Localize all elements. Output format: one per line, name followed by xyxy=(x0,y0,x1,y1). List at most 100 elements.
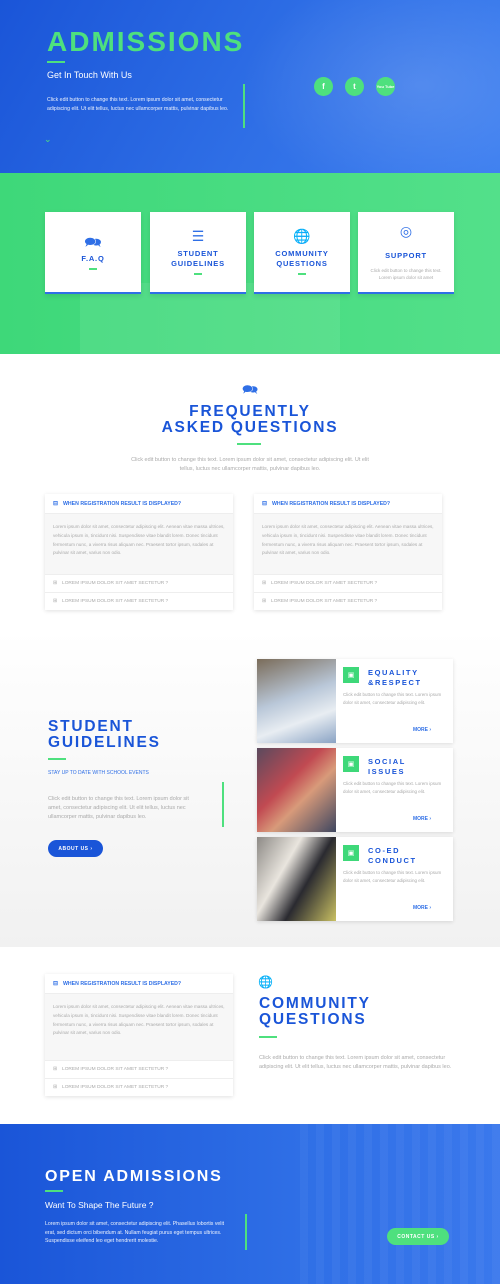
item-description: Click edit button to change this text. L… xyxy=(343,692,442,705)
row-text: LOREM IPSUM DOLOR SIT AMET SECTETUR ? xyxy=(271,581,378,586)
more-link[interactable]: MORE › xyxy=(413,905,431,911)
title-underline xyxy=(47,61,65,63)
community-text: Click edit button to change this text. L… xyxy=(259,1055,452,1070)
faq-heading-line-1: FREQUENTLY xyxy=(189,403,311,420)
card-description: Click edit button to change this text. L… xyxy=(370,268,442,280)
accordion-row[interactable]: ⊞ LOREM IPSUM DOLOR SIT AMET SECTETUR ? xyxy=(254,574,442,592)
plus-icon: ⊞ xyxy=(262,581,267,586)
card-community-questions[interactable]: 🌐 COMMUNITY QUESTIONS xyxy=(254,212,350,294)
guidelines-tagline: STAY UP TO DATE WITH SCHOOL EVENTS xyxy=(48,770,149,776)
page-title: ADMISSIONS xyxy=(47,26,245,57)
heading-underline xyxy=(48,758,66,760)
divider xyxy=(245,1214,247,1250)
guidelines-text: Click edit button to change this text. L… xyxy=(48,796,189,820)
about-us-button[interactable]: ABOUT US › xyxy=(48,840,103,857)
accordion-row[interactable]: ⊞ LOREM IPSUM DOLOR SIT AMET SECTETUR ? xyxy=(45,1078,233,1096)
guidelines-heading-line-2: GUIDELINES xyxy=(48,734,161,751)
card-support[interactable]: ◎ SUPPORT Click edit button to change th… xyxy=(358,212,454,294)
chevron-down-icon[interactable]: ⌄ xyxy=(44,134,52,145)
card-underline xyxy=(298,273,306,275)
question-text: WHEN REGISTRATION RESULT IS DISPLAYED? xyxy=(63,980,182,987)
globe-icon: 🌐 xyxy=(258,975,273,989)
card-underline xyxy=(89,268,97,270)
card-underline xyxy=(194,273,202,275)
signpost-icon: ☰ xyxy=(191,228,205,244)
minus-icon: ⊟ xyxy=(53,981,59,987)
card-label: F.A.Q xyxy=(81,254,105,263)
question-text: WHEN REGISTRATION RESULT IS DISPLAYED? xyxy=(63,500,182,507)
photo-students xyxy=(257,837,336,921)
plus-icon: ⊞ xyxy=(53,1067,58,1072)
accordion-answer: Lorem ipsum dolor sit amet, consectetur … xyxy=(254,514,442,574)
title-underline xyxy=(45,1190,63,1192)
calendar-icon: ▣ xyxy=(343,667,359,683)
guideline-item-social: ▣ SOCIAL ISSUES Click edit button to cha… xyxy=(257,748,453,832)
community-heading-line-2: QUESTIONS xyxy=(259,1011,367,1028)
row-text: LOREM IPSUM DOLOR SIT AMET SECTETUR ? xyxy=(62,599,169,604)
plus-icon: ⊞ xyxy=(53,1085,58,1090)
accordion-row[interactable]: ⊞ LOREM IPSUM DOLOR SIT AMET SECTETUR ? xyxy=(45,574,233,592)
plus-icon: ⊞ xyxy=(53,581,58,586)
faq-intro: Click edit button to change this text. L… xyxy=(131,457,369,472)
calendar-icon: ▣ xyxy=(343,756,359,772)
guideline-item-coed: ▣ CO-ED CONDUCT Click edit button to cha… xyxy=(257,837,453,921)
accordion-row[interactable]: ⊞ LOREM IPSUM DOLOR SIT AMET SECTETUR ? xyxy=(45,1060,233,1078)
faq-accordion-right: ⊟ WHEN REGISTRATION RESULT IS DISPLAYED? … xyxy=(254,494,442,610)
faq-section: 🗪 FREQUENTLY ASKED QUESTIONS Click edit … xyxy=(0,354,500,630)
open-admissions-subtitle: Want To Shape The Future ? xyxy=(45,1200,154,1210)
item-title-line-1: CO-ED xyxy=(368,846,401,855)
hero-subtitle: Get In Touch With Us xyxy=(47,70,132,80)
card-label: STUDENT GUIDELINES xyxy=(171,249,225,268)
card-student-guidelines[interactable]: ☰ STUDENT GUIDELINES xyxy=(150,212,246,294)
youtube-icon[interactable]: You Tube xyxy=(376,77,395,96)
minus-icon: ⊟ xyxy=(53,501,59,507)
card-label: SUPPORT xyxy=(385,251,427,260)
globe-icon: 🌐 xyxy=(293,228,311,244)
item-description: Click edit button to change this text. L… xyxy=(343,870,442,883)
photo-student xyxy=(257,659,336,743)
item-title-line-2: CONDUCT xyxy=(368,855,417,865)
card-faq[interactable]: 🗪 F.A.Q xyxy=(45,212,141,294)
faq-accordion-left: ⊟ WHEN REGISTRATION RESULT IS DISPLAYED? … xyxy=(45,494,233,610)
photo-crowd xyxy=(257,748,336,832)
more-link[interactable]: MORE › xyxy=(413,816,431,822)
lifebuoy-icon: ◎ xyxy=(399,223,413,239)
community-heading-line-1: COMMUNITY xyxy=(259,995,371,1012)
accordion-answer: Lorem ipsum dolor sit amet, consectetur … xyxy=(45,994,233,1060)
hero-text: Click edit button to change this text. L… xyxy=(47,97,229,112)
accordion-question[interactable]: ⊟ WHEN REGISTRATION RESULT IS DISPLAYED? xyxy=(254,494,442,514)
twitter-icon[interactable]: t xyxy=(345,77,364,96)
calendar-icon: ▣ xyxy=(343,845,359,861)
plus-icon: ⊞ xyxy=(53,599,58,604)
open-admissions-title: OPEN ADMISSIONS xyxy=(45,1168,223,1185)
faq-heading-line-2: ASKED QUESTIONS xyxy=(161,419,339,436)
hero-section: ADMISSIONS Get In Touch With Us Click ed… xyxy=(0,0,500,173)
row-text: LOREM IPSUM DOLOR SIT AMET SECTETUR ? xyxy=(62,1067,169,1072)
facebook-icon[interactable]: f xyxy=(314,77,333,96)
item-title-line-2: ISSUES xyxy=(368,766,406,776)
accordion-row[interactable]: ⊞ LOREM IPSUM DOLOR SIT AMET SECTETUR ? xyxy=(254,592,442,610)
divider xyxy=(222,782,224,827)
item-title-line-1: SOCIAL xyxy=(368,757,406,766)
accordion-question[interactable]: ⊟ WHEN REGISTRATION RESULT IS DISPLAYED? xyxy=(45,494,233,514)
question-text: WHEN REGISTRATION RESULT IS DISPLAYED? xyxy=(272,500,391,507)
chat-bubbles-icon: 🗪 xyxy=(84,234,102,250)
row-text: LOREM IPSUM DOLOR SIT AMET SECTETUR ? xyxy=(271,599,378,604)
accordion-answer: Lorem ipsum dolor sit amet, consectetur … xyxy=(45,514,233,574)
row-text: LOREM IPSUM DOLOR SIT AMET SECTETUR ? xyxy=(62,581,169,586)
accordion-row[interactable]: ⊞ LOREM IPSUM DOLOR SIT AMET SECTETUR ? xyxy=(45,592,233,610)
contact-us-button[interactable]: CONTACT US › xyxy=(387,1228,449,1245)
guidelines-heading-line-1: STUDENT xyxy=(48,718,134,735)
open-admissions-text: Lorem ipsum dolor sit amet, consectetur … xyxy=(45,1221,225,1244)
row-text: LOREM IPSUM DOLOR SIT AMET SECTETUR ? xyxy=(62,1085,169,1090)
plus-icon: ⊞ xyxy=(262,599,267,604)
item-title-line-2: &RESPECT xyxy=(368,677,422,687)
minus-icon: ⊟ xyxy=(262,501,268,507)
heading-underline xyxy=(259,1036,277,1038)
more-link[interactable]: MORE › xyxy=(413,727,431,733)
open-admissions-section: OPEN ADMISSIONS Want To Shape The Future… xyxy=(0,1124,500,1284)
divider xyxy=(243,84,245,128)
item-title-line-1: EQUALITY xyxy=(368,668,419,677)
accordion-question[interactable]: ⊟ WHEN REGISTRATION RESULT IS DISPLAYED? xyxy=(45,974,233,994)
community-accordion: ⊟ WHEN REGISTRATION RESULT IS DISPLAYED? … xyxy=(45,974,233,1096)
